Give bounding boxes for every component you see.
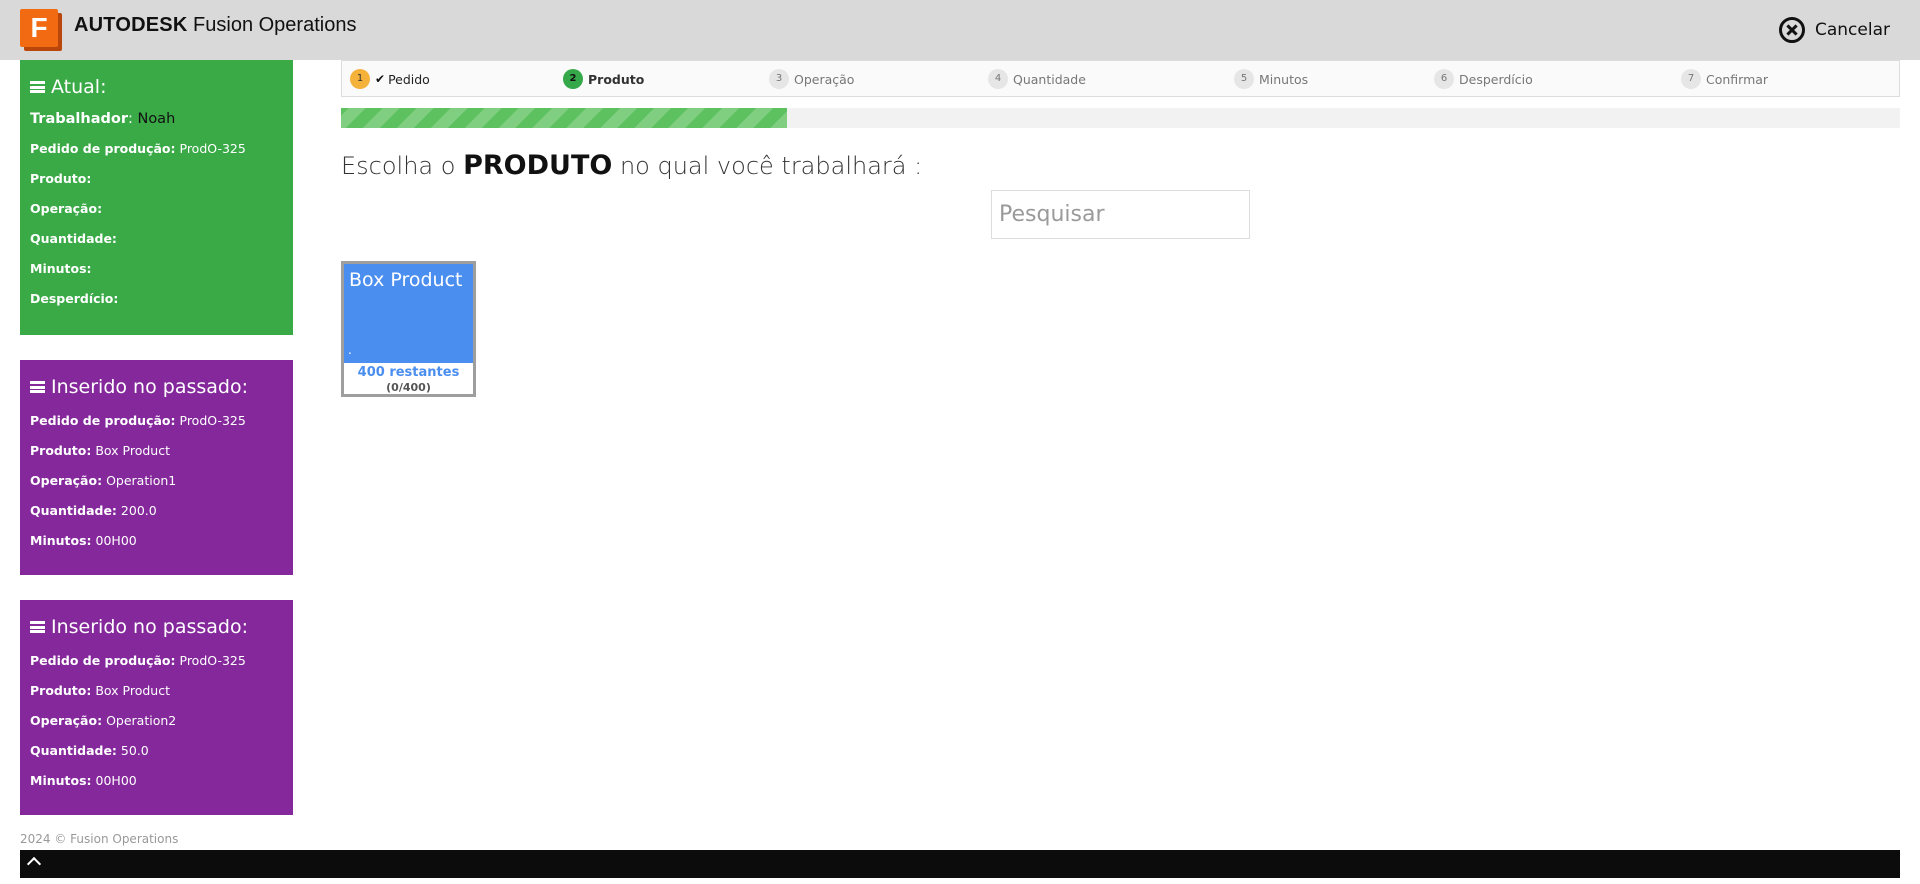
step-quantity[interactable]: 4 Quantidade — [988, 61, 1086, 97]
step-label: Pedido — [388, 71, 430, 87]
step-label: Operação — [794, 71, 855, 87]
brand-autodesk: AUTODESK — [74, 14, 188, 36]
menu-icon — [30, 381, 45, 393]
step-label: Desperdício — [1459, 71, 1533, 87]
page-prompt: Escolha o PRODUTO no qual você trabalhar… — [341, 150, 923, 181]
past-row-order: Pedido de produção: ProdO-325 — [30, 413, 246, 428]
step-number: 1 — [350, 69, 370, 89]
product-dot: . — [348, 343, 352, 357]
copyright-text: 2024 © Fusion Operations — [20, 832, 179, 846]
product-card-header[interactable]: Box Product . — [344, 264, 473, 363]
step-minutes[interactable]: 5 Minutos — [1234, 61, 1308, 97]
past-row-operation: Operação: Operation1 — [30, 473, 177, 488]
step-order[interactable]: 1 ✔ Pedido — [350, 61, 430, 97]
step-product[interactable]: 2 Produto — [563, 61, 644, 97]
step-confirm[interactable]: 7 Confirmar — [1681, 61, 1768, 97]
current-row-waste: Desperdício: — [30, 291, 119, 306]
product-remaining: 400 restantes — [357, 365, 460, 380]
step-waste[interactable]: 6 Desperdício — [1434, 61, 1533, 97]
past-row-order: Pedido de produção: ProdO-325 — [30, 653, 246, 668]
progress-fill — [341, 108, 787, 128]
wizard-steps: 1 ✔ Pedido 2 Produto 3 Operação 4 Quantid… — [341, 60, 1900, 97]
step-operation[interactable]: 3 Operação — [769, 61, 854, 97]
past-row-minutes: Minutos: 00H00 — [30, 773, 137, 788]
step-number: 5 — [1234, 69, 1254, 89]
current-panel: Atual: Trabalhador: Noah Pedido de produ… — [20, 60, 293, 335]
past-row-quantity: Quantidade: 200.0 — [30, 503, 157, 518]
step-number: 6 — [1434, 69, 1454, 89]
step-label: Confirmar — [1706, 71, 1769, 87]
cancel-label[interactable]: Cancelar — [1815, 20, 1890, 40]
current-panel-title: Atual: — [30, 76, 283, 98]
current-row-quantity: Quantidade: — [30, 231, 117, 246]
check-icon: ✔ — [375, 72, 386, 86]
step-number: 2 — [563, 69, 583, 89]
top-bar: F AUTODESK Fusion Operations Cancelar — [0, 0, 1920, 60]
brand-product: Fusion Operations — [193, 14, 357, 36]
past-row-operation: Operação: Operation2 — [30, 713, 177, 728]
product-card[interactable]: Box Product . 400 restantes (0/400) — [341, 261, 476, 397]
past-row-product: Produto: Box Product — [30, 443, 170, 458]
worker-label: Trabalhador — [30, 111, 128, 127]
prompt-emphasis: PRODUTO — [463, 150, 613, 181]
menu-icon — [30, 621, 45, 633]
step-number: 3 — [769, 69, 789, 89]
current-row-product: Produto: — [30, 171, 92, 186]
past-entry-title: Inserido no passado: — [30, 376, 283, 398]
cancel-button[interactable]: Cancelar — [1779, 14, 1890, 46]
product-name: Box Product — [349, 269, 463, 291]
close-circle-icon[interactable] — [1779, 17, 1805, 43]
step-number: 4 — [988, 69, 1008, 89]
chevron-up-icon[interactable] — [26, 856, 42, 872]
current-row-operation: Operação: — [30, 201, 103, 216]
fusion-logo-icon: F — [20, 9, 62, 51]
past-row-quantity: Quantidade: 50.0 — [30, 743, 149, 758]
current-row-minutes: Minutos: — [30, 261, 92, 276]
step-label: Produto — [588, 71, 645, 87]
current-row-order: Pedido de produção: ProdO-325 — [30, 141, 246, 156]
past-row-minutes: Minutos: 00H00 — [30, 533, 137, 548]
worker-value: Noah — [137, 111, 176, 127]
product-count: (0/400) — [386, 381, 431, 394]
progress-bar — [341, 108, 1900, 128]
step-number: 7 — [1681, 69, 1701, 89]
step-label: Minutos — [1259, 71, 1309, 87]
past-entry-title: Inserido no passado: — [30, 616, 283, 638]
step-label: Quantidade — [1013, 71, 1086, 87]
past-entry-panel: Inserido no passado: Pedido de produção:… — [20, 360, 293, 575]
past-entry-panel: Inserido no passado: Pedido de produção:… — [20, 600, 293, 815]
search-input[interactable] — [991, 190, 1250, 239]
brand-name: AUTODESK Fusion Operations — [74, 14, 356, 37]
menu-icon — [30, 81, 45, 93]
worker-row: Trabalhador: Noah — [30, 111, 176, 127]
past-row-product: Produto: Box Product — [30, 683, 170, 698]
footer-bar — [20, 850, 1900, 878]
